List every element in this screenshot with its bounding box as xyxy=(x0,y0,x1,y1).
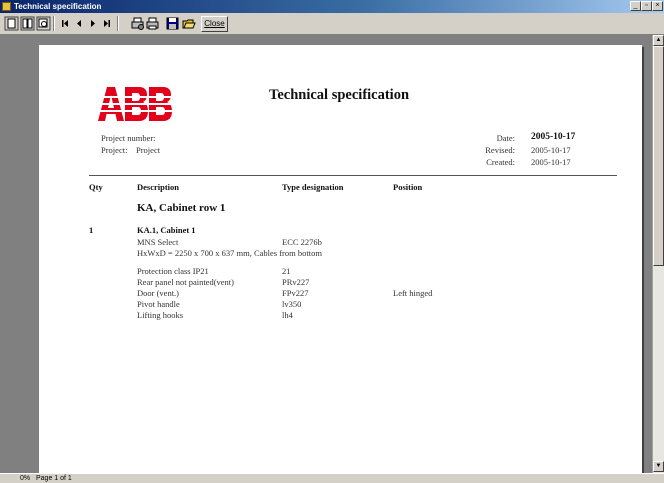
row-desc: Rear panel not painted(vent) xyxy=(137,277,235,287)
row-position: Left hinged xyxy=(393,288,433,298)
row-type: PRv227 xyxy=(282,277,310,287)
first-page-icon[interactable] xyxy=(58,16,73,31)
single-page-icon[interactable] xyxy=(4,16,19,31)
zoom-status: 0% xyxy=(20,475,31,482)
row-type: lv350 xyxy=(282,299,302,309)
page-status: Page 1 of 1 xyxy=(36,475,72,482)
open-icon[interactable] xyxy=(181,16,196,31)
row-desc: Door (vent.) xyxy=(137,288,180,298)
report-page: Technical specification Project number: … xyxy=(39,45,642,473)
row-desc: Lifting hooks xyxy=(137,310,184,320)
close-button[interactable]: Close xyxy=(201,16,228,32)
scroll-up-icon[interactable]: ▲ xyxy=(653,35,664,46)
date-label: Date: xyxy=(496,133,515,143)
close-window-button[interactable]: × xyxy=(652,1,663,11)
save-icon[interactable] xyxy=(165,16,180,31)
created-label: Created: xyxy=(486,157,515,167)
project-value: Project xyxy=(136,145,161,155)
section-title: KA, Cabinet row 1 xyxy=(137,202,226,214)
report-viewer-window: Technical specification _ ▫ × Close Tech… xyxy=(0,0,664,483)
status-bar: 0% Page 1 of 1 xyxy=(0,473,664,483)
created-value: 2005-10-17 xyxy=(531,157,571,167)
row-type: 21 xyxy=(282,266,291,276)
abb-logo xyxy=(98,87,172,121)
zoom-icon[interactable] xyxy=(36,16,51,31)
project-number-label: Project number: xyxy=(101,133,156,143)
scroll-down-icon[interactable]: ▼ xyxy=(653,461,664,472)
report-canvas[interactable]: Technical specification Project number: … xyxy=(0,35,652,473)
revised-value: 2005-10-17 xyxy=(531,145,571,155)
row-type: lh4 xyxy=(282,310,293,320)
maximize-button[interactable]: ▫ xyxy=(641,1,652,11)
title-bar: Technical specification _ ▫ × xyxy=(0,0,664,13)
item-qty: 1 xyxy=(89,225,94,235)
scroll-thumb[interactable] xyxy=(653,46,664,266)
header-divider xyxy=(89,175,617,176)
app-icon xyxy=(2,2,11,11)
item-line1-type: ECC 2276b xyxy=(282,237,322,247)
column-header-position: Position xyxy=(393,182,423,192)
last-page-icon[interactable] xyxy=(99,16,114,31)
vertical-scrollbar[interactable]: ▲ ▼ xyxy=(652,35,664,473)
item-name: KA.1, Cabinet 1 xyxy=(137,225,196,235)
column-header-qty: Qty xyxy=(89,182,103,192)
toolbar: Close xyxy=(0,13,664,35)
revised-label: Revised: xyxy=(485,145,515,155)
row-desc: Pivot handle xyxy=(137,299,180,309)
print-setup-icon[interactable] xyxy=(130,16,145,31)
window-title: Technical specification xyxy=(14,2,102,11)
item-line2-desc: HxWxD = 2250 x 700 x 637 mm, Cables from… xyxy=(137,248,322,258)
print-icon[interactable] xyxy=(145,16,160,31)
project-label: Project: xyxy=(101,145,128,155)
minimize-button[interactable]: _ xyxy=(630,1,641,11)
two-page-icon[interactable] xyxy=(20,16,35,31)
row-desc: Protection class IP21 xyxy=(137,266,209,276)
row-type: FPv227 xyxy=(282,288,309,298)
column-header-type: Type designation xyxy=(282,182,344,192)
next-page-icon[interactable] xyxy=(85,16,100,31)
column-header-description: Description xyxy=(137,182,180,192)
item-line1-desc: MNS Select xyxy=(137,237,179,247)
date-value: 2005-10-17 xyxy=(531,132,576,142)
document-title: Technical specification xyxy=(269,87,410,103)
